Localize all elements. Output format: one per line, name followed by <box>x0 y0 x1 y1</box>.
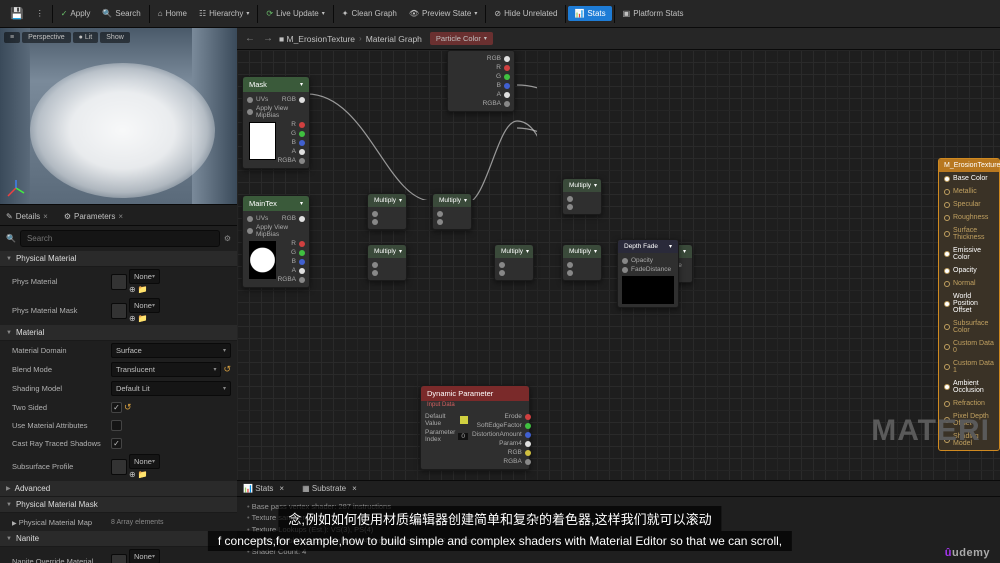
gear-icon[interactable]: ⚙ <box>224 234 231 243</box>
prop-label: Phys Material Mask <box>12 306 111 315</box>
prop-label: Two Sided <box>12 403 111 412</box>
graph-nav: ← → ■ M_ErosionTexture › Material Graph … <box>237 28 1000 50</box>
watermark: MATERI <box>871 414 990 448</box>
clean-graph-button[interactable]: ✦Clean Graph <box>336 6 403 21</box>
home-button[interactable]: ⌂Home <box>152 6 193 21</box>
node-multiply-4[interactable]: Multiply▾ <box>494 244 534 281</box>
cat-physical-material-mask[interactable]: ▼Physical Material Mask <box>0 497 237 513</box>
asset-thumb[interactable] <box>111 303 127 319</box>
blend-mode-dropdown[interactable]: Translucent▾ <box>111 362 221 377</box>
hierarchy-button[interactable]: ☷Hierarchy▾ <box>193 6 255 21</box>
stats-tab[interactable]: 📊 Stats <box>243 484 273 493</box>
save-icon[interactable]: 💾 <box>4 4 30 23</box>
texture-preview <box>249 241 276 279</box>
search-button[interactable]: 🔍Search <box>96 6 146 21</box>
node-multiply-2[interactable]: Multiply▾ <box>432 193 472 230</box>
phys-material-dropdown[interactable]: None▾ <box>129 269 160 284</box>
particle-color-chip[interactable]: Particle Color▾ <box>430 32 493 45</box>
nav-back-icon[interactable]: ← <box>243 33 257 44</box>
close-icon[interactable]: × <box>43 212 48 221</box>
close-icon[interactable]: × <box>279 484 284 493</box>
two-sided-checkbox[interactable] <box>111 402 122 413</box>
prop-label: Blend Mode <box>12 365 111 374</box>
nanite-dropdown[interactable]: None▾ <box>129 549 160 563</box>
use-icon[interactable]: ⊕ <box>129 470 136 479</box>
browse-icon[interactable]: 📁 <box>138 285 148 294</box>
prop-label: Material Domain <box>12 346 111 355</box>
breadcrumb-material[interactable]: ■ M_ErosionTexture <box>279 34 355 44</box>
node-multiply-6[interactable]: Multiply▾ <box>562 244 602 281</box>
phys-material-mask-dropdown[interactable]: None▾ <box>129 298 160 313</box>
use-icon[interactable]: ⊕ <box>129 285 136 294</box>
prop-label: Cast Ray Traced Shadows <box>12 439 111 448</box>
tab-parameters[interactable]: ⚙ Parameters × <box>62 208 125 225</box>
cat-physical-material[interactable]: ▼Physical Material <box>0 251 237 267</box>
reset-icon[interactable]: ↺ <box>124 402 132 413</box>
details-search-input[interactable] <box>20 230 220 247</box>
viewport-show[interactable]: Show <box>100 32 130 43</box>
udemy-logo: ûudemy <box>945 547 990 559</box>
tab-details[interactable]: ✎ Details × <box>4 208 50 225</box>
viewport-lit[interactable]: ● Lit <box>73 32 99 43</box>
apply-button[interactable]: ✓Apply <box>55 6 97 21</box>
cat-nanite[interactable]: ▼Nanite <box>0 531 237 547</box>
cat-material[interactable]: ▼Material <box>0 325 237 341</box>
breadcrumb-graph[interactable]: Material Graph <box>366 34 422 44</box>
browse-icon[interactable]: 📁 <box>138 314 148 323</box>
details-panel: ✎ Details × ⚙ Parameters × 🔍 ⚙ ▼Physical… <box>0 205 237 563</box>
preview-state-button[interactable]: 👁Preview State▾ <box>403 6 484 21</box>
browse-icon[interactable]: 📁 <box>138 470 148 479</box>
close-icon[interactable]: × <box>352 484 357 493</box>
array-count: 8 Array elements <box>111 519 164 526</box>
axis-gizmo-icon <box>6 178 26 198</box>
shading-model-dropdown[interactable]: Default Lit▾ <box>111 381 231 396</box>
reset-icon[interactable]: ↺ <box>223 364 231 375</box>
node-multiply-1[interactable]: Multiply▾ <box>367 193 407 230</box>
use-material-attr-checkbox[interactable] <box>111 420 122 431</box>
prop-label: Nanite Override Material <box>12 557 111 563</box>
substrate-tab[interactable]: ▦ Substrate <box>302 484 346 493</box>
node-mask-texture[interactable]: Mask▾ UVs RGB Apply View MipBias <box>242 76 310 169</box>
node-depth-fade[interactable]: Depth Fade▾ OpacityFadeDistance <box>617 239 679 308</box>
prop-label: Phys Material <box>12 277 111 286</box>
subsurface-dropdown[interactable]: None▾ <box>129 454 160 469</box>
material-viewport[interactable]: ≡ Perspective ● Lit Show <box>0 28 237 205</box>
nav-fwd-icon[interactable]: → <box>261 33 275 44</box>
prop-label: Shading Model <box>12 384 111 393</box>
stats-button[interactable]: 📊Stats <box>568 6 611 21</box>
texture-preview <box>249 122 276 160</box>
cast-ray-shadows-checkbox[interactable] <box>111 438 122 449</box>
cat-advanced[interactable]: ▶Advanced <box>0 481 237 497</box>
asset-thumb[interactable] <box>111 554 127 563</box>
subtitle-chinese: 念,例如如何使用材质编辑器创建简单和复杂的着色器,这样我们就可以滚动 <box>278 506 721 531</box>
node-maintex[interactable]: MainTex▾ UVs RGB Apply View MipBias R G … <box>242 195 310 288</box>
viewport-perspective[interactable]: Perspective <box>22 32 71 43</box>
asset-thumb[interactable] <box>111 459 127 475</box>
hide-unrelated-button[interactable]: ⊘Hide Unrelated <box>488 6 563 21</box>
prop-label: Subsurface Profile <box>12 462 111 471</box>
platform-stats-button[interactable]: ▣Platform Stats <box>617 6 690 21</box>
subtitle-english: f concepts,for example,how to build simp… <box>208 531 792 551</box>
node-particle-color[interactable]: RGB R G B A RGBA <box>447 50 515 112</box>
top-toolbar: 💾 ⋮ ✓Apply 🔍Search ⌂Home ☷Hierarchy▾ ⟳Li… <box>0 0 1000 28</box>
close-icon[interactable]: × <box>118 212 123 221</box>
left-panel: ≡ Perspective ● Lit Show ✎ Details × ⚙ P… <box>0 28 237 563</box>
asset-thumb[interactable] <box>111 274 127 290</box>
browse-button[interactable]: ⋮ <box>30 6 50 21</box>
viewport-menu-icon[interactable]: ≡ <box>4 32 20 43</box>
live-update-button[interactable]: ⟳Live Update▾ <box>260 6 330 21</box>
node-material-output[interactable]: M_ErosionTexture Base Color Metallic Spe… <box>938 158 1000 451</box>
node-multiply-3[interactable]: Multiply▾ <box>367 244 407 281</box>
material-domain-dropdown[interactable]: Surface▾ <box>111 343 231 358</box>
output-title: M_ErosionTexture <box>939 159 999 172</box>
use-icon[interactable]: ⊕ <box>129 314 136 323</box>
prop-label: Use Material Attributes <box>12 421 111 430</box>
node-multiply-5[interactable]: Multiply▾ <box>562 178 602 215</box>
node-dynamic-parameter[interactable]: Dynamic Parameter Input Data Default Val… <box>420 385 530 470</box>
prop-label: ▶ Physical Material Map <box>12 518 111 527</box>
